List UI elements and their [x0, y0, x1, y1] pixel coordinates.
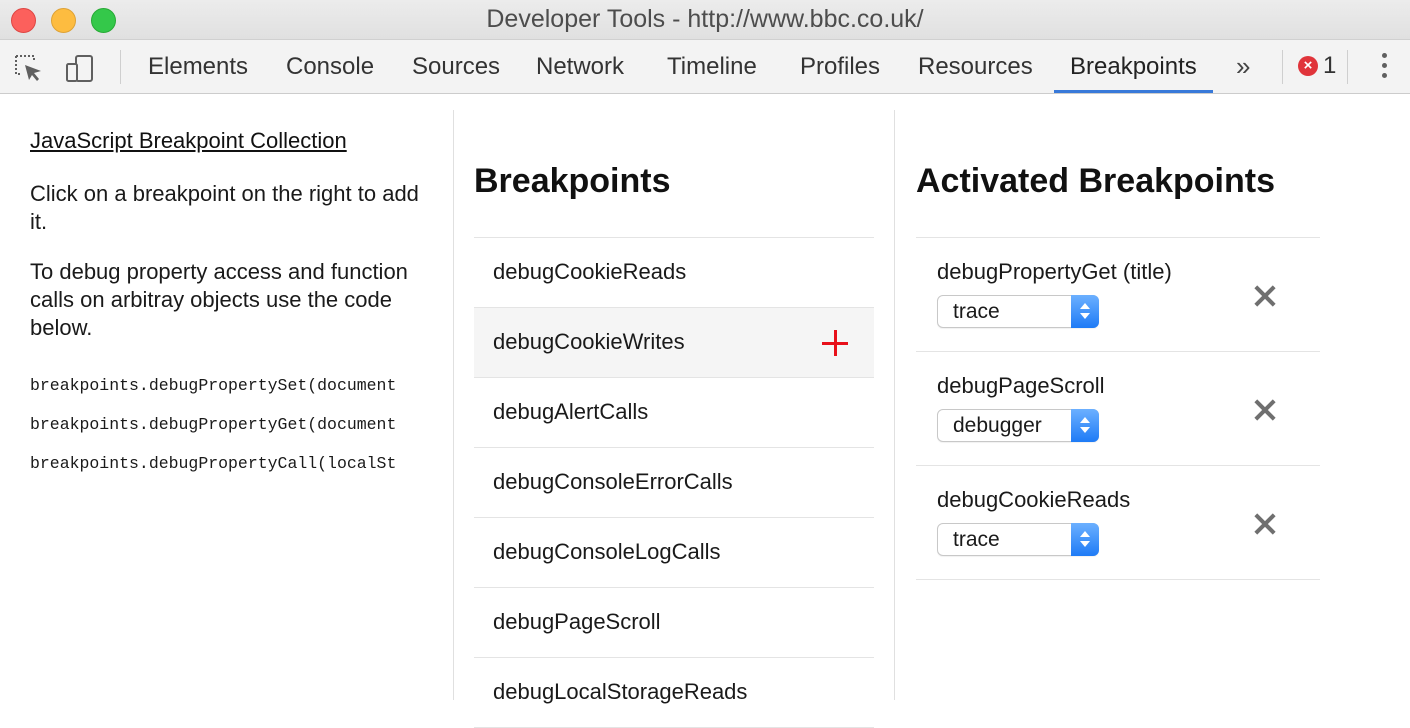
- intro-paragraph: Click on a breakpoint on the right to ad…: [30, 181, 419, 234]
- tab-profiles[interactable]: Profiles: [800, 40, 880, 93]
- toolbar-separator: [1282, 50, 1283, 84]
- usage-paragraph: To debug property access and function ca…: [30, 259, 408, 340]
- breakpoint-item[interactable]: debugConsoleLogCalls: [474, 518, 874, 588]
- customize-menu-icon[interactable]: [1380, 53, 1388, 83]
- breakpoint-type-select[interactable]: trace: [937, 523, 1099, 556]
- tab-resources[interactable]: Resources: [918, 40, 1033, 93]
- breakpoints-list: debugCookieReads debugCookieWrites debug…: [474, 237, 874, 728]
- code-line: breakpoints.debugPropertyCall(localSt: [30, 454, 397, 473]
- breakpoint-label: debugPageScroll: [493, 609, 661, 634]
- select-value: debugger: [953, 414, 1042, 437]
- window-title-bar: Developer Tools - http://www.bbc.co.uk/: [0, 0, 1410, 40]
- column-divider: [453, 110, 454, 700]
- inspect-element-icon[interactable]: [12, 52, 44, 84]
- activated-list: debugPropertyGet (title) trace debugPage…: [916, 237, 1320, 580]
- breakpoint-item[interactable]: debugCookieReads: [474, 238, 874, 308]
- activated-item-name: debugCookieReads: [937, 487, 1131, 512]
- close-icon[interactable]: [1253, 512, 1277, 536]
- activated-breakpoints-pane: Activated Breakpoints debugPropertyGet (…: [916, 150, 1320, 580]
- breakpoint-item[interactable]: debugAlertCalls: [474, 378, 874, 448]
- breakpoint-item[interactable]: debugConsoleErrorCalls: [474, 448, 874, 518]
- tab-timeline[interactable]: Timeline: [667, 40, 757, 93]
- code-line: breakpoints.debugPropertyGet(document: [30, 415, 397, 434]
- select-arrows-icon: [1071, 295, 1099, 328]
- activated-item-name: debugPropertyGet (title): [937, 259, 1172, 284]
- more-tabs-icon[interactable]: »: [1236, 52, 1250, 80]
- select-arrows-icon: [1071, 409, 1099, 442]
- activated-item-name: debugPageScroll: [937, 373, 1105, 398]
- breakpoint-label: debugCookieReads: [493, 259, 687, 284]
- breakpoint-item[interactable]: debugCookieWrites: [474, 308, 874, 378]
- tab-breakpoints[interactable]: Breakpoints: [1054, 40, 1213, 93]
- breakpoint-type-select[interactable]: debugger: [937, 409, 1099, 442]
- select-value: trace: [953, 528, 1000, 551]
- error-count[interactable]: 1: [1323, 52, 1336, 80]
- close-icon[interactable]: [1253, 284, 1277, 308]
- window-title: Developer Tools - http://www.bbc.co.uk/: [486, 5, 924, 33]
- close-icon[interactable]: [1253, 398, 1277, 422]
- breakpoint-label: debugLocalStorageReads: [493, 679, 748, 704]
- activated-item: debugPageScroll debugger: [916, 352, 1320, 466]
- tab-console[interactable]: Console: [286, 40, 374, 93]
- breakpoint-label: debugCookieWrites: [493, 329, 685, 354]
- info-pane: JavaScript Breakpoint Collection Click o…: [30, 128, 432, 493]
- breakpoint-type-select[interactable]: trace: [937, 295, 1099, 328]
- tab-sources[interactable]: Sources: [412, 40, 500, 93]
- breakpoints-pane: Breakpoints debugCookieReads debugCookie…: [474, 150, 874, 728]
- breakpoints-heading: Breakpoints: [474, 162, 671, 200]
- select-arrows-icon: [1071, 523, 1099, 556]
- select-value: trace: [953, 300, 1000, 323]
- device-mode-icon[interactable]: [64, 52, 96, 84]
- activated-item: debugCookieReads trace: [916, 466, 1320, 580]
- code-line: breakpoints.debugPropertySet(document: [30, 376, 397, 395]
- tab-network[interactable]: Network: [536, 40, 624, 93]
- code-examples: breakpoints.debugPropertySet(document br…: [30, 376, 432, 493]
- breakpoint-item[interactable]: debugLocalStorageReads: [474, 658, 874, 728]
- column-divider: [894, 110, 895, 700]
- breakpoint-label: debugAlertCalls: [493, 399, 649, 424]
- add-icon[interactable]: [822, 330, 848, 356]
- breakpoint-label: debugConsoleLogCalls: [493, 539, 721, 564]
- tab-elements[interactable]: Elements: [148, 40, 248, 93]
- toolbar-separator: [1347, 50, 1348, 84]
- activated-item: debugPropertyGet (title) trace: [916, 238, 1320, 352]
- devtools-toolbar: Elements Console Sources Network Timeline Pro…: [0, 40, 1410, 94]
- collection-link[interactable]: JavaScript Breakpoint Collection: [30, 128, 432, 154]
- error-icon[interactable]: ×: [1298, 56, 1318, 76]
- breakpoint-label: debugConsoleErrorCalls: [493, 469, 733, 494]
- breakpoint-item[interactable]: debugPageScroll: [474, 588, 874, 658]
- toolbar-separator: [120, 50, 121, 84]
- activated-heading: Activated Breakpoints: [916, 162, 1275, 200]
